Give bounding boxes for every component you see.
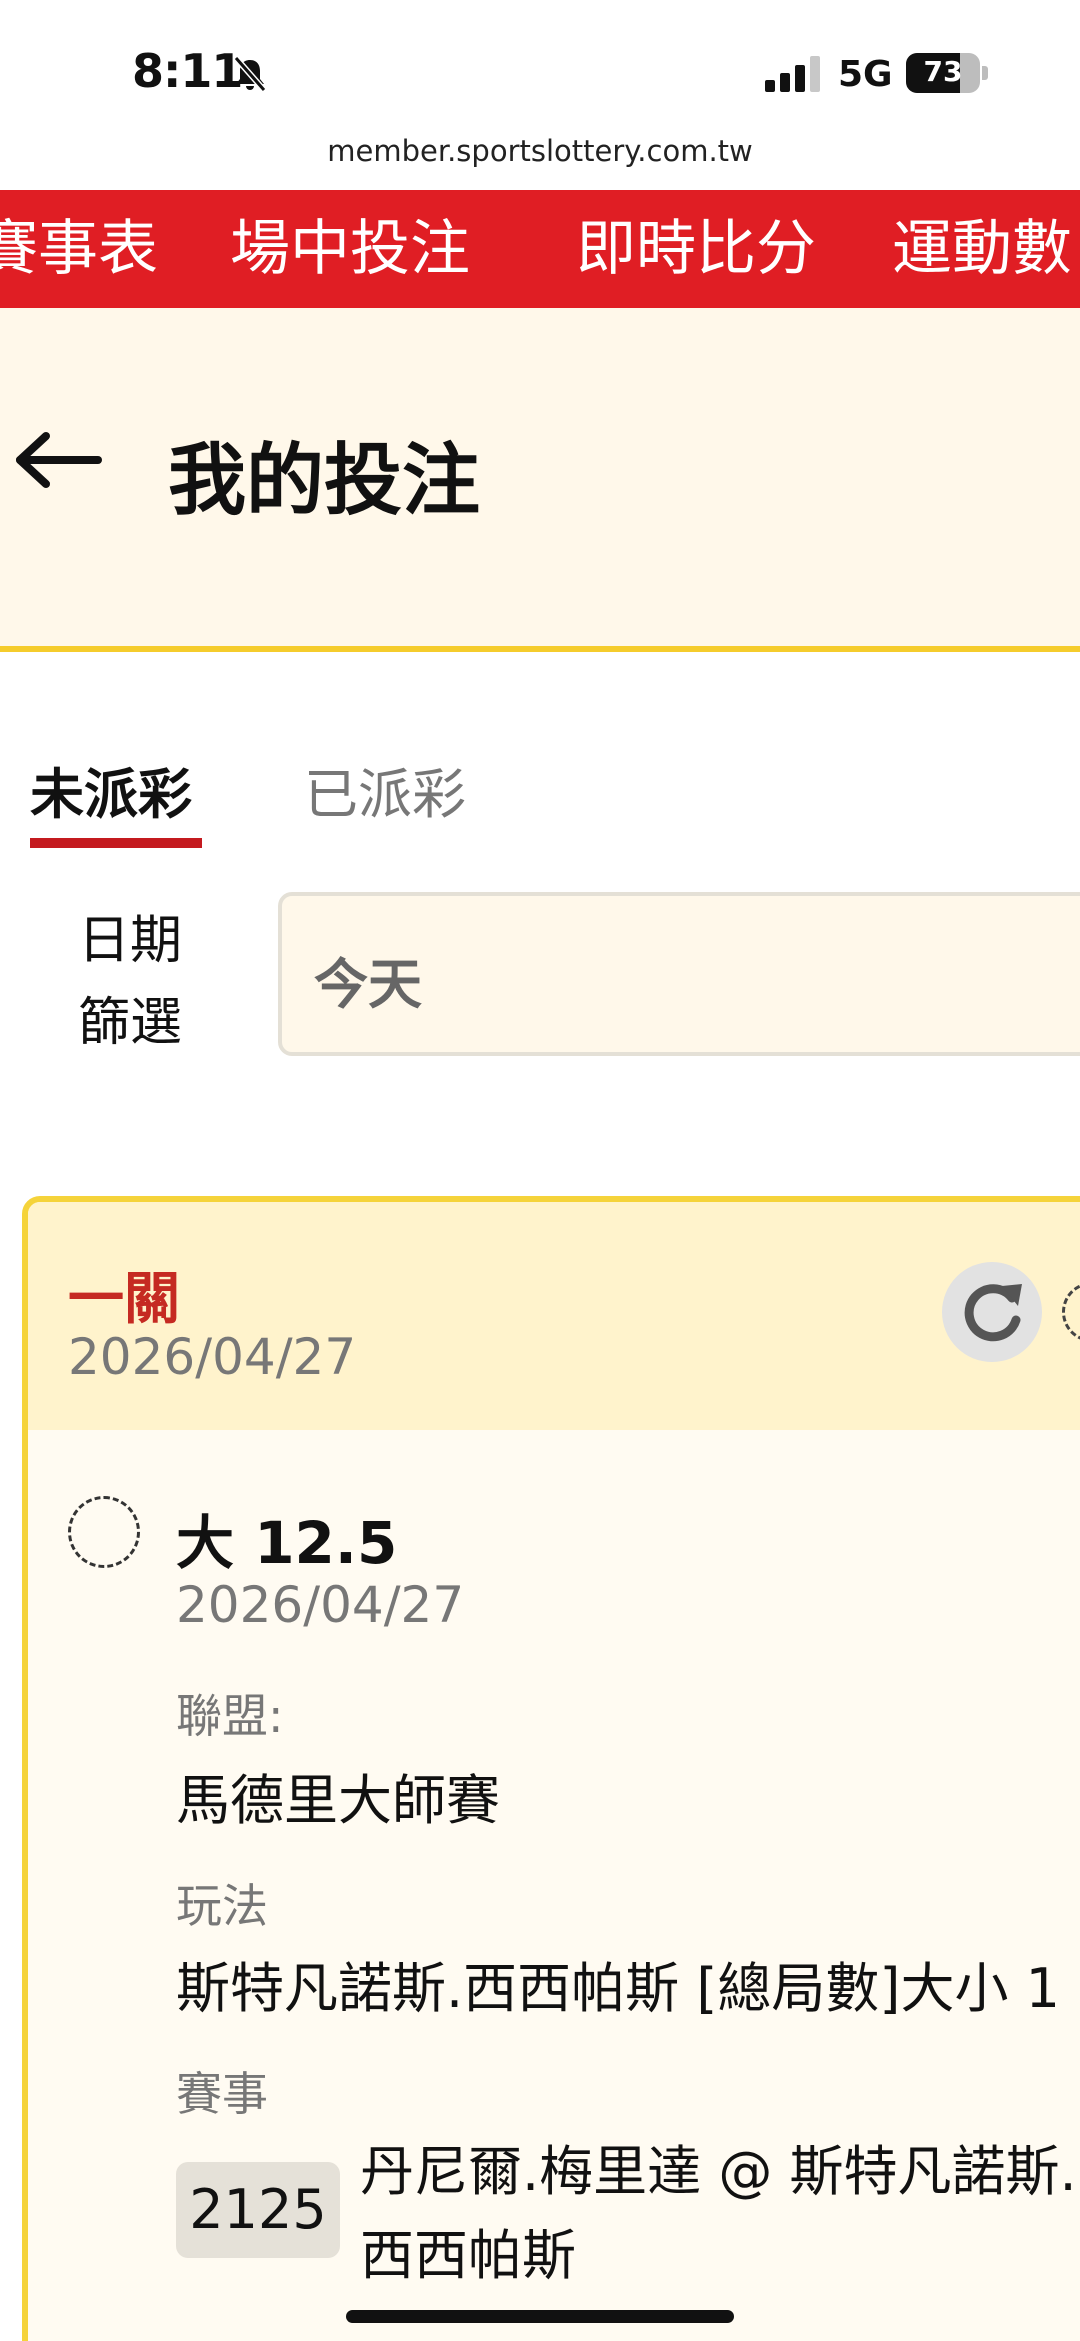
active-tab-indicator xyxy=(30,838,202,848)
status-bar: 8:11 5G 73 xyxy=(0,0,1080,130)
nav-item-sports-data[interactable]: 運動數 xyxy=(892,190,1072,308)
date-filter-label: 日期 篩選 xyxy=(60,900,200,1064)
selection-status-icon xyxy=(68,1496,140,1568)
date-filter-label-line2: 篩選 xyxy=(77,993,182,1053)
tab-settled[interactable]: 已派彩 xyxy=(304,750,466,829)
home-indicator[interactable] xyxy=(346,2310,734,2323)
date-filter-value: 今天 xyxy=(314,953,422,1016)
page-header xyxy=(0,308,1080,652)
bell-off-icon xyxy=(233,56,267,92)
bet-date: 2026/04/27 xyxy=(68,1328,357,1386)
battery-icon: 73 xyxy=(906,53,988,93)
page-title: 我的投注 xyxy=(168,436,481,526)
date-filter-label-line1: 日期 xyxy=(77,911,182,971)
bet-card-header xyxy=(28,1202,1080,1430)
play-label: 玩法 xyxy=(176,1879,268,1933)
refresh-button[interactable] xyxy=(942,1262,1042,1362)
refresh-icon xyxy=(964,1284,1022,1342)
tab-unsettled[interactable]: 未派彩 xyxy=(30,750,192,829)
nav-item-live-score[interactable]: 即時比分 xyxy=(576,190,816,308)
play-value: 斯特凡諾斯.西西帕斯 [總局數]大小 1 xyxy=(176,1957,1060,2020)
network-type: 5G xyxy=(838,54,893,95)
status-time: 8:11 xyxy=(132,44,243,98)
match-name: 丹尼爾.梅里達 @ 斯特凡諾斯.西西帕斯 xyxy=(360,2140,1077,2287)
match-id-badge: 2125 xyxy=(176,2162,340,2258)
back-arrow-icon[interactable] xyxy=(12,430,102,490)
selection-title: 大 12.5 xyxy=(176,1509,398,1577)
battery-level: 73 xyxy=(923,55,963,88)
bet-type: 一關 xyxy=(68,1267,180,1332)
nav-item-schedule[interactable]: 賽事表 xyxy=(0,190,158,308)
match-label: 賽事 xyxy=(176,2067,268,2121)
league-value: 馬德里大師賽 xyxy=(176,1769,500,1832)
league-label: 聯盟: xyxy=(176,1689,284,1743)
top-nav: 賽事表 場中投注 即時比分 運動數 xyxy=(0,190,1080,308)
signal-icon xyxy=(765,56,820,92)
selection-date: 2026/04/27 xyxy=(176,1576,465,1634)
browser-url[interactable]: member.sportslottery.com.tw xyxy=(0,134,1080,168)
nav-item-live-betting[interactable]: 場中投注 xyxy=(230,190,470,308)
